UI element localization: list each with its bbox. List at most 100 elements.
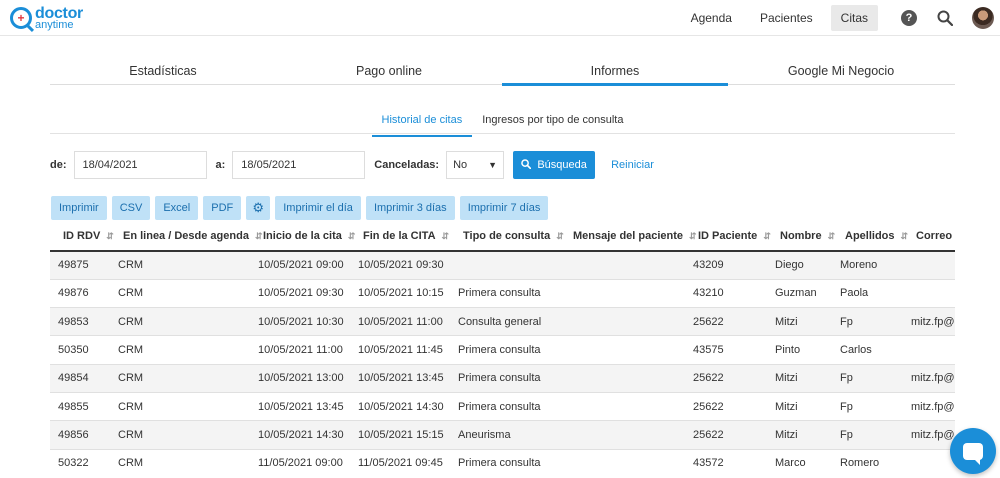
sort-icon: ⇵ [106,230,114,241]
table-cell: 49853 [50,307,110,336]
nav-citas[interactable]: Citas [830,5,878,31]
table-cell: Mitzi [767,307,832,336]
table-row[interactable]: 49855 CRM 10/05/2021 13:45 10/05/2021 14:30… [50,391,955,421]
column-header[interactable]: ID Paciente ⇵ [685,221,771,252]
table-cell: Romero [832,448,903,478]
canceladas-select[interactable]: No ▼ [446,151,505,179]
print-day-button[interactable]: Imprimir el día [275,196,361,220]
table-row[interactable]: 49876 CRM 10/05/2021 09:30 10/05/2021 10:15… [50,278,955,308]
avatar[interactable] [972,7,994,29]
table-cell: 49876 [50,278,110,308]
search-button[interactable] [932,5,958,31]
nav-pacientes[interactable]: Pacientes [750,5,823,31]
settings-button[interactable]: ⚙ [246,196,271,220]
table-cell [903,250,955,280]
tab-informes[interactable]: Informes [502,57,728,86]
table-cell: 10/05/2021 09:30 [350,250,450,280]
canceladas-value: No [453,159,468,171]
tab-estadisticas[interactable]: Estadísticas [50,57,276,84]
doctoranytime-logo[interactable]: + doctor anytime [10,4,83,32]
caret-down-icon: ▼ [488,160,498,170]
sort-icon: ⇵ [441,230,450,241]
table-cell: Mitzi [767,391,832,421]
table-cell: 10/05/2021 13:45 [250,391,350,421]
column-header[interactable]: Apellidos ⇵ [832,221,908,252]
table-row[interactable]: 50350 CRM 10/05/2021 11:00 10/05/2021 11:45… [50,335,955,365]
table-cell: 49875 [50,250,110,280]
print-7-days-button[interactable]: Imprimir 7 días [459,196,549,220]
table-cell: mitz.fp@g [903,307,955,336]
subtab-historial-de-citas[interactable]: Historial de citas [371,110,473,137]
table-cell [903,335,955,365]
table-cell [560,335,685,365]
table-cell: 10/05/2021 14:30 [250,420,350,450]
csv-button[interactable]: CSV [111,196,151,220]
tab-google-mi-negocio[interactable]: Google Mi Negocio [728,57,954,84]
main-tabs: Estadísticas Pago online Informes Google… [50,57,955,86]
table-cell: 10/05/2021 13:00 [250,363,350,393]
table-cell [560,420,685,450]
subtab-ingresos-por-tipo[interactable]: Ingresos por tipo de consulta [472,110,633,133]
table-cell: Marco [767,448,832,478]
table-cell: Mitzi [767,420,832,450]
column-header[interactable]: Fin de la CITA ⇵ [350,221,450,252]
table-cell: CRM [110,250,250,280]
table-cell: Fp [832,391,903,421]
from-label: de: [50,159,67,171]
table-row[interactable]: 49854 CRM 10/05/2021 13:00 10/05/2021 13:45… [50,363,955,393]
search-icon [521,158,532,172]
table-cell: 25622 [685,420,767,450]
print-3-days-button[interactable]: Imprimir 3 días [365,196,455,220]
to-date-input[interactable]: 18/05/2021 [232,151,366,179]
sub-tabs: Historial de citas Ingresos por tipo de … [50,110,955,137]
table-cell: 11/05/2021 09:00 [250,448,350,478]
print-button[interactable]: Imprimir [51,196,107,220]
table-cell: 50350 [50,335,110,365]
column-header[interactable]: Mensaje del paciente ⇵ [560,221,697,252]
table-header-row: ID RDV ⇵ En linea / Desde agenda ⇵ Inicio … [50,221,955,252]
table-row[interactable]: 49856 CRM 10/05/2021 14:30 10/05/2021 15:15… [50,420,955,450]
table-cell: 49855 [50,391,110,421]
table-cell [560,448,685,478]
table-row[interactable]: 50322 CRM 11/05/2021 09:00 11/05/2021 09:45… [50,448,955,478]
column-header[interactable]: ID RDV ⇵ [50,221,114,252]
table-cell: 10/05/2021 13:45 [350,363,450,393]
from-date-input[interactable]: 18/04/2021 [73,151,207,179]
column-header[interactable]: Nombre ⇵ [767,221,835,252]
table-cell: 43572 [685,448,767,478]
table-cell: 43210 [685,278,767,308]
search-submit-label: Búsqueda [537,159,587,171]
export-toolbar: Imprimir CSV Excel PDF ⚙ Imprimir el día… [51,196,553,220]
table-cell: 10/05/2021 11:00 [250,335,350,365]
tab-pago-online[interactable]: Pago online [276,57,502,84]
table-cell: Aneurisma [450,420,560,450]
table-cell: Carlos [832,335,903,365]
nav-agenda[interactable]: Agenda [681,5,742,31]
pdf-button[interactable]: PDF [203,196,242,220]
table-cell: 11/05/2021 09:45 [350,448,450,478]
table-cell: CRM [110,391,250,421]
table-cell: Fp [832,307,903,336]
chat-widget-button[interactable] [950,428,996,474]
table-cell [450,250,560,280]
table-cell: CRM [110,363,250,393]
table-cell: 25622 [685,307,767,336]
table-cell: Fp [832,420,903,450]
table-cell [560,307,685,336]
logo-magnifier-icon: + [10,7,32,29]
table-cell: 49856 [50,420,110,450]
table-cell [903,448,955,478]
column-header[interactable]: Correo el [903,221,955,252]
column-header[interactable]: Inicio de la cita ⇵ [250,221,355,252]
table-cell: CRM [110,420,250,450]
table-cell: 10/05/2021 11:45 [350,335,450,365]
column-header[interactable]: En linea / Desde agenda ⇵ [110,221,262,252]
help-button[interactable]: ? [896,5,922,31]
table-row[interactable]: 49875 CRM 10/05/2021 09:00 10/05/2021 09:30… [50,250,955,280]
table-cell [560,363,685,393]
excel-button[interactable]: Excel [155,196,199,220]
search-submit-button[interactable]: Búsqueda [513,151,596,179]
reset-link[interactable]: Reiniciar [611,159,654,171]
column-header[interactable]: Tipo de consulta ⇵ [450,221,564,252]
table-row[interactable]: 49853 CRM 10/05/2021 10:30 10/05/2021 11:00… [50,307,955,336]
